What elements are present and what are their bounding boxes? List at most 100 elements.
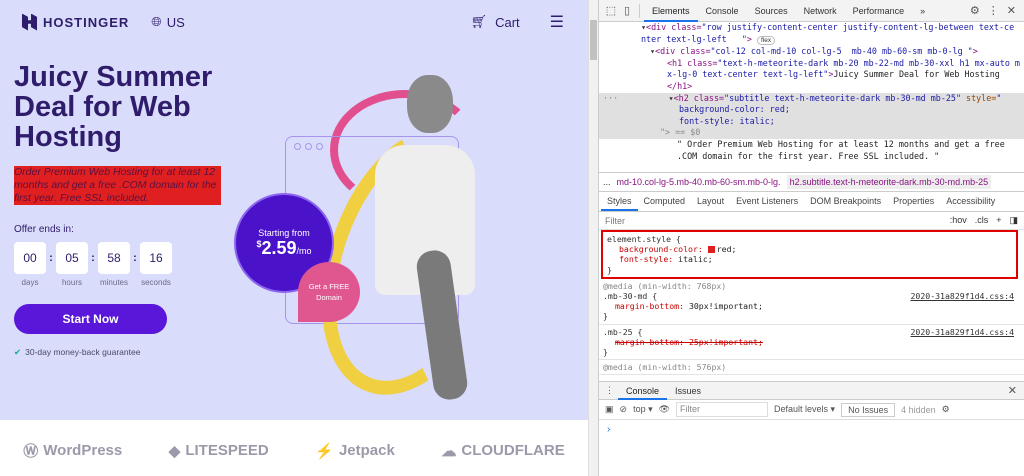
console-drawer: ⋮ Console Issues ✕ ▣ ⊘ top ▾ 👁︎ Filter D… <box>599 381 1024 476</box>
logo-text: HOSTINGER <box>43 14 130 30</box>
element-style-rule[interactable]: element.style { background-color: red; f… <box>601 230 1018 279</box>
selected-dom-node[interactable]: ··· ▾<h2 class="subtitle text-h-meteorit… <box>599 92 1024 139</box>
cart-label: Cart <box>495 14 520 30</box>
sidebar-toggle-icon[interactable]: ▣ <box>605 404 614 415</box>
breadcrumb: ... md-10.col-lg-5.mb-40.mb-60-sm.mb-0-l… <box>599 172 1024 192</box>
style-rules: element.style { background-color: red; f… <box>599 230 1024 380</box>
breadcrumb-item-selected[interactable]: h2.subtitle.text-h-meteorite-dark.mb-30-… <box>786 175 992 189</box>
globe-icon: 🌐︎ <box>151 14 162 29</box>
console-prompt[interactable]: › <box>599 420 1024 439</box>
breadcrumb-item[interactable]: md-10.col-lg-5.mb-40.mb-60-sm.mb-0-lg. <box>617 177 781 187</box>
jetpack-logo: ⚡ Jetpack <box>315 442 395 460</box>
price-unit: /mo <box>296 245 312 256</box>
more-tabs-button[interactable]: » <box>912 0 933 22</box>
wordpress-logo: Ⓦ WordPress <box>23 442 123 460</box>
hidden-count: 4 hidden <box>901 404 936 415</box>
cloudflare-logo: ☁ CLOUDFLARE <box>441 442 565 460</box>
start-now-button[interactable]: Start Now <box>14 304 167 334</box>
hov-button[interactable]: :hov <box>950 215 967 226</box>
console-settings-icon[interactable]: ⚙ <box>942 404 950 415</box>
log-levels-select[interactable]: Default levels ▾ <box>774 404 835 415</box>
cart-icon: 🛒︎ <box>470 14 488 29</box>
timer-label: minutes <box>99 278 128 287</box>
hero-person-image <box>365 50 485 420</box>
free-domain-badge: Get a FREE Domain <box>298 262 360 322</box>
price-label: Starting from <box>258 227 310 238</box>
gear-icon[interactable]: ⚙ <box>970 4 980 17</box>
dom-node-cont: x-lg-0 text-center text-lg-left">Juicy S… <box>667 69 1000 80</box>
cls-button[interactable]: .cls <box>975 215 989 226</box>
text-node[interactable]: " Order Premium Web Hosting for at least… <box>599 139 1024 151</box>
drawer-tab-console[interactable]: Console <box>618 382 668 400</box>
drawer-tab-issues[interactable]: Issues <box>667 382 709 400</box>
css-rule[interactable]: @media (min-width: 768px) .mb-30-md { ma… <box>599 279 1024 325</box>
flex-badge[interactable]: flex <box>756 35 776 45</box>
eye-icon[interactable]: 👁︎ <box>659 404 670 415</box>
timer-days: 00 <box>14 242 46 274</box>
website-viewport: HOSTINGER 🌐︎ US 🛒︎ Cart ☰ Juicy Summer Dea… <box>0 0 588 476</box>
dom-tree: ▾<div class="row justify-content-center … <box>599 22 1024 172</box>
styles-filter-input[interactable]: Filter <box>605 216 625 226</box>
css-rule[interactable]: .mb-25 { margin-bottom: 25px!important; … <box>599 325 1024 361</box>
dom-node[interactable]: <h1 class="text-h-meteorite-dark mb-20 m… <box>599 58 1024 70</box>
timer-seconds: 16 <box>140 242 172 274</box>
dot-icon <box>294 143 301 150</box>
guarantee-note: ✔ 30-day money-back guarantee <box>14 347 140 358</box>
devtools-panel: ⬚ ▯ Elements Console Sources Network Per… <box>598 0 1024 476</box>
tab-console[interactable]: Console <box>698 0 747 22</box>
clear-console-icon[interactable]: ⊘ <box>620 404 628 415</box>
tab-computed[interactable]: Computed <box>638 192 692 211</box>
css-media-rule[interactable]: @media (min-width: 576px) <box>599 360 1024 376</box>
timer-hours: 05 <box>56 242 88 274</box>
guarantee-text: 30-day money-back guarantee <box>25 347 141 357</box>
dom-node-cont: nter text-lg-left "> flex <box>599 34 1024 47</box>
hero-section: HOSTINGER 🌐︎ US 🛒︎ Cart ☰ Juicy Summer Dea… <box>0 0 588 421</box>
tab-performance[interactable]: Performance <box>845 0 913 22</box>
toggle-sidebar-icon[interactable]: ◨ <box>1009 215 1018 226</box>
page-scrollbar[interactable] <box>588 0 598 476</box>
offer-label: Offer ends in: <box>14 224 74 235</box>
countdown-timer: 00 days : 05 hours : 58 minutes : 16 seconds <box>14 242 172 287</box>
dom-node[interactable]: ▾<div class="col-12 col-md-10 col-lg-5 m… <box>599 46 1024 58</box>
top-nav: HOSTINGER 🌐︎ US 🛒︎ Cart ☰ <box>22 12 564 32</box>
tab-accessibility[interactable]: Accessibility <box>940 192 1001 211</box>
tab-elements[interactable]: Elements <box>644 0 698 22</box>
stylesheet-link[interactable]: 2020-31a829f1d4.css:4 <box>910 327 1014 337</box>
page-title: Juicy Summer Deal for Web Hosting <box>14 61 213 153</box>
inspect-element-icon[interactable]: ⬚ <box>603 4 619 17</box>
console-filter-input[interactable]: Filter <box>676 402 769 417</box>
device-toggle-icon[interactable]: ▯ <box>619 4 635 17</box>
more-options-icon[interactable]: ⋮ <box>988 4 999 17</box>
tab-sources[interactable]: Sources <box>747 0 796 22</box>
dot-icon <box>305 143 312 150</box>
devtools-toolbar: ⬚ ▯ Elements Console Sources Network Per… <box>599 0 1024 22</box>
hostinger-logo[interactable]: HOSTINGER <box>22 13 130 31</box>
subtitle: Order Premium Web Hosting for at least 1… <box>14 166 221 205</box>
close-icon[interactable]: ✕ <box>1007 4 1016 17</box>
timer-label: days <box>21 278 39 287</box>
dom-node-close: </h1> <box>667 80 693 91</box>
hostinger-logo-icon <box>22 13 37 31</box>
price-amount: 2.59 <box>261 237 297 258</box>
menu-icon[interactable]: ☰ <box>550 12 564 32</box>
no-issues-button[interactable]: No Issues <box>841 402 896 417</box>
close-drawer-icon[interactable]: ✕ <box>1008 384 1024 397</box>
dom-node[interactable]: ▾<div class="row justify-content-center … <box>599 22 1024 34</box>
drawer-menu-icon[interactable]: ⋮ <box>605 385 618 396</box>
add-rule-button[interactable]: + <box>996 215 1001 226</box>
context-select[interactable]: top ▾ <box>633 404 653 415</box>
breadcrumb-more[interactable]: ... <box>603 177 611 187</box>
tab-network[interactable]: Network <box>796 0 845 22</box>
language-selector[interactable]: 🌐︎ US <box>151 14 184 30</box>
tab-properties[interactable]: Properties <box>887 192 940 211</box>
tab-styles[interactable]: Styles <box>601 192 638 211</box>
tab-event-listeners[interactable]: Event Listeners <box>730 192 804 211</box>
stylesheet-link[interactable]: 2020-31a829f1d4.css:4 <box>910 291 1014 301</box>
litespeed-logo: ◆ LITESPEED <box>168 442 269 460</box>
tab-dom-breakpoints[interactable]: DOM Breakpoints <box>804 192 887 211</box>
cart-link[interactable]: 🛒︎ Cart <box>471 14 520 30</box>
tab-layout[interactable]: Layout <box>691 192 730 211</box>
language-label: US <box>166 14 185 30</box>
color-swatch[interactable] <box>707 246 715 254</box>
check-icon: ✔ <box>14 347 22 357</box>
